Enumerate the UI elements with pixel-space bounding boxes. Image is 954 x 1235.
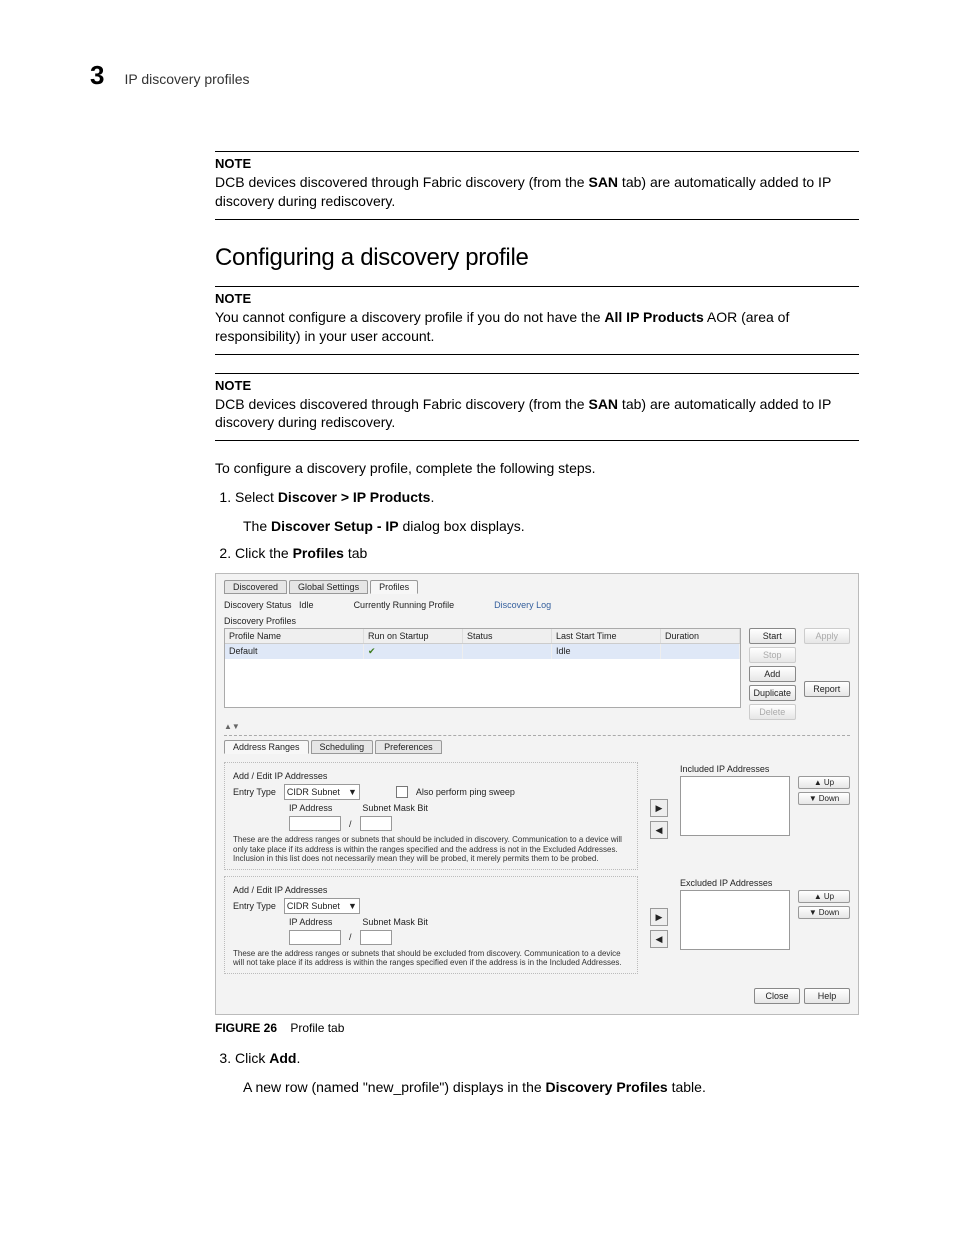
figure-caption: FIGURE 26 Profile tab (215, 1021, 859, 1035)
included-list-title: Included IP Addresses (680, 764, 850, 774)
delete-button[interactable]: Delete (749, 704, 796, 720)
ip-address-label: IP Address (289, 803, 332, 813)
duplicate-button[interactable]: Duplicate (749, 685, 796, 701)
add-to-list-button[interactable]: ▶ (650, 799, 668, 817)
note-block-3: NOTE DCB devices discovered through Fabr… (215, 373, 859, 442)
table-row[interactable]: Default ✔ Idle (225, 644, 740, 659)
chevron-down-icon: ▼ (348, 901, 357, 911)
step-3-sub: A new row (named "new_profile") displays… (243, 1079, 859, 1095)
main-tabrow: Discovered Global Settings Profiles (224, 580, 850, 594)
cell-profile-name: Default (225, 644, 364, 659)
entry-type-select[interactable]: CIDR Subnet ▼ (284, 784, 360, 800)
chapter-title: IP discovery profiles (124, 71, 249, 87)
note-text: You cannot configure a discovery profile… (215, 308, 859, 346)
cell-run: ✔ (364, 644, 463, 659)
close-button[interactable]: Close (754, 988, 800, 1004)
apply-button[interactable]: Apply (804, 628, 851, 644)
col-profile-name[interactable]: Profile Name (225, 629, 364, 643)
ping-sweep-checkbox[interactable] (396, 786, 408, 798)
chapter-number: 3 (90, 60, 104, 91)
col-last-start-time[interactable]: Last Start Time (552, 629, 661, 643)
remove-from-list-button[interactable]: ◀ (650, 821, 668, 839)
start-button[interactable]: Start (749, 628, 796, 644)
entry-type-select-excluded[interactable]: CIDR Subnet ▼ (284, 898, 360, 914)
excluded-list-title: Excluded IP Addresses (680, 878, 850, 888)
subtab-scheduling[interactable]: Scheduling (311, 740, 374, 754)
note-label: NOTE (215, 156, 859, 171)
arrow-up-icon: ▲ (814, 778, 822, 787)
page-header: 3 IP discovery profiles (90, 60, 864, 91)
note-block-1: NOTE DCB devices discovered through Fabr… (215, 151, 859, 220)
col-run-on-startup[interactable]: Run on Startup (364, 629, 463, 643)
arrow-right-icon: ▶ (656, 912, 663, 923)
down-button[interactable]: ▼Down (798, 792, 850, 805)
arrow-right-icon: ▶ (656, 803, 663, 814)
remove-from-excluded-button[interactable]: ◀ (650, 930, 668, 948)
slash-separator: / (349, 819, 352, 829)
up-button-excluded[interactable]: ▲Up (798, 890, 850, 903)
included-panel: Add / Edit IP Addresses Entry Type CIDR … (224, 762, 638, 870)
excluded-list[interactable] (680, 890, 790, 950)
ip-address-input[interactable] (289, 816, 341, 831)
included-title: Add / Edit IP Addresses (233, 771, 629, 781)
arrow-down-icon: ▼ (809, 794, 817, 803)
arrow-down-icon: ▼ (809, 908, 817, 917)
step-3: Click Add. (235, 1049, 859, 1069)
note-block-2: NOTE You cannot configure a discovery pr… (215, 286, 859, 355)
excluded-panel: Add / Edit IP Addresses Entry Type CIDR … (224, 876, 638, 974)
check-icon: ✔ (368, 646, 376, 656)
stop-button[interactable]: Stop (749, 647, 796, 663)
subnet-mask-input[interactable] (360, 816, 392, 831)
included-help-text: These are the address ranges or subnets … (233, 835, 629, 863)
arrow-up-icon: ▲ (814, 892, 822, 901)
add-to-excluded-button[interactable]: ▶ (650, 908, 668, 926)
arrow-left-icon: ◀ (656, 825, 663, 836)
subtab-address-ranges[interactable]: Address Ranges (224, 740, 309, 754)
tab-global-settings[interactable]: Global Settings (289, 580, 368, 594)
note-label: NOTE (215, 291, 859, 306)
help-button[interactable]: Help (804, 988, 850, 1004)
note-text: DCB devices discovered through Fabric di… (215, 395, 859, 433)
col-duration[interactable]: Duration (661, 629, 740, 643)
subnet-mask-label: Subnet Mask Bit (362, 917, 428, 927)
subnet-mask-label: Subnet Mask Bit (362, 803, 428, 813)
slash-separator: / (349, 932, 352, 942)
chevron-down-icon: ▼ (348, 787, 357, 797)
note-label: NOTE (215, 378, 859, 393)
cell-duration (661, 644, 740, 659)
up-button[interactable]: ▲Up (798, 776, 850, 789)
discovery-log-link[interactable]: Discovery Log (494, 600, 551, 610)
currently-running-label: Currently Running Profile (354, 600, 455, 610)
arrow-left-icon: ◀ (656, 934, 663, 945)
entry-type-label: Entry Type (233, 901, 276, 911)
ip-address-input-excluded[interactable] (289, 930, 341, 945)
section-title: Configuring a discovery profile (215, 244, 859, 272)
step-1-sub: The Discover Setup - IP dialog box displ… (243, 518, 859, 534)
included-list[interactable] (680, 776, 790, 836)
figure-screenshot: Discovered Global Settings Profiles Disc… (215, 573, 859, 1015)
step-2: Click the Profiles tab (235, 544, 859, 564)
expand-collapse-icon[interactable]: ▲▼ (224, 722, 850, 731)
cell-status-value: Idle (552, 644, 661, 659)
subtab-preferences[interactable]: Preferences (375, 740, 442, 754)
cell-status (463, 644, 552, 659)
excluded-help-text: These are the address ranges or subnets … (233, 949, 629, 967)
add-button[interactable]: Add (749, 666, 796, 682)
report-button[interactable]: Report (804, 681, 851, 697)
subnet-mask-input-excluded[interactable] (360, 930, 392, 945)
excluded-title: Add / Edit IP Addresses (233, 885, 629, 895)
discovery-profiles-table: Profile Name Run on Startup Status Last … (224, 628, 741, 708)
tab-discovered[interactable]: Discovered (224, 580, 287, 594)
ping-sweep-label: Also perform ping sweep (416, 787, 515, 797)
entry-type-label: Entry Type (233, 787, 276, 797)
col-status[interactable]: Status (463, 629, 552, 643)
intro-text: To configure a discovery profile, comple… (215, 459, 859, 478)
tab-profiles[interactable]: Profiles (370, 580, 418, 594)
discovery-profiles-label: Discovery Profiles (224, 616, 850, 626)
ip-address-label: IP Address (289, 917, 332, 927)
step-1: Select Discover > IP Products. (235, 488, 859, 508)
note-text: DCB devices discovered through Fabric di… (215, 173, 859, 211)
down-button-excluded[interactable]: ▼Down (798, 906, 850, 919)
discovery-status-label: Discovery Status Idle (224, 600, 314, 610)
